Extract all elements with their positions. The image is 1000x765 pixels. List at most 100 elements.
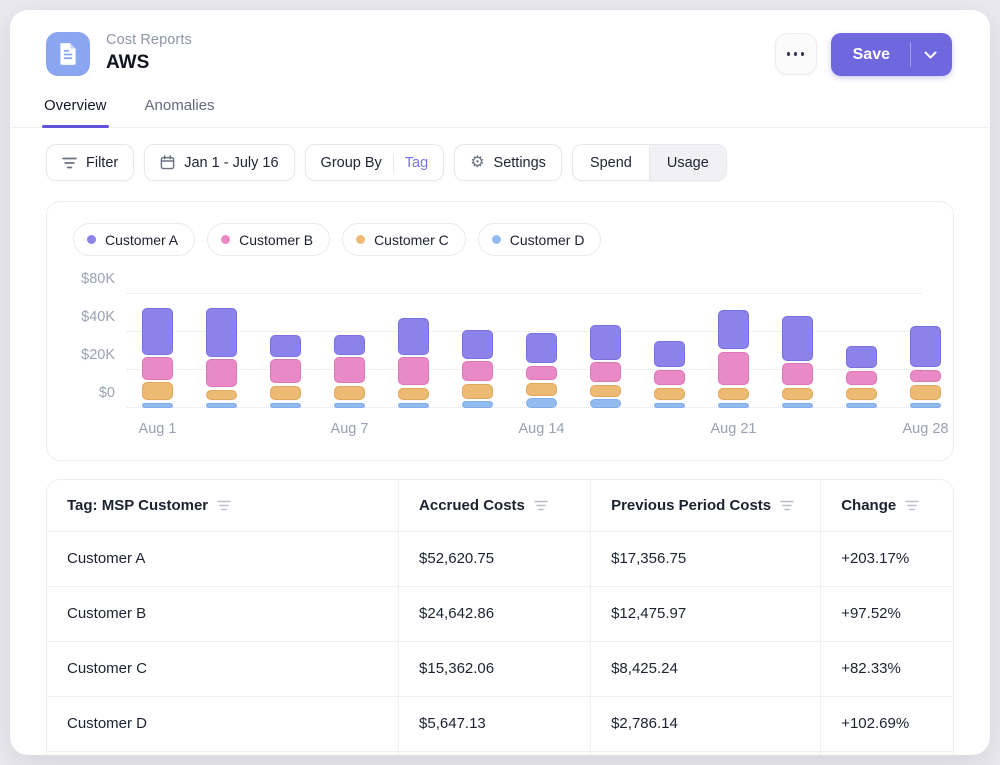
group-by-button[interactable]: Group By Tag xyxy=(305,144,445,181)
bar-10-segment-customer-a[interactable] xyxy=(782,316,813,361)
bar-8-segment-customer-a[interactable] xyxy=(654,341,685,367)
y-tick--0: $0 xyxy=(65,385,115,401)
bar-8-segment-customer-b[interactable] xyxy=(654,370,685,386)
settings-button[interactable]: ⚙ Settings xyxy=(454,144,562,181)
bar-12-segment-customer-c[interactable] xyxy=(910,385,941,401)
cell-accrued: $5,647.13 xyxy=(399,696,591,751)
tab-anomalies[interactable]: Anomalies xyxy=(143,91,217,127)
group-by-value: Tag xyxy=(405,155,428,171)
bar-12-segment-customer-a[interactable] xyxy=(910,326,941,367)
cell-empty xyxy=(821,751,953,755)
y-tick--20k: $20K xyxy=(65,347,115,363)
column-header-accrued-costs[interactable]: Accrued Costs xyxy=(399,480,591,531)
more-options-button[interactable] xyxy=(775,33,817,75)
bar-10-segment-customer-c[interactable] xyxy=(782,388,813,401)
bar-6-segment-customer-b[interactable] xyxy=(526,366,557,381)
column-header-content: Previous Period Costs xyxy=(611,497,820,514)
legend-pill-customer-d[interactable]: Customer D xyxy=(478,223,602,256)
column-header-content: Tag: MSP Customer xyxy=(67,497,398,514)
gear-icon: ⚙ xyxy=(470,155,484,171)
bar-2-segment-customer-b[interactable] xyxy=(270,359,301,383)
cost-table-card: Tag: MSP CustomerAccrued Costs Previous P… xyxy=(46,479,954,755)
cost-chart-card: Customer A Customer B Customer C Customer D… xyxy=(46,201,954,461)
column-header-change[interactable]: Change xyxy=(821,480,953,531)
bar-0-segment-customer-c[interactable] xyxy=(142,382,173,400)
bar-4-segment-customer-c[interactable] xyxy=(398,388,429,401)
bar-3-segment-customer-b[interactable] xyxy=(334,357,365,383)
bar-7-segment-customer-a[interactable] xyxy=(590,325,621,360)
save-dropdown-toggle[interactable] xyxy=(911,33,952,76)
bar-4-segment-customer-d[interactable] xyxy=(398,403,429,408)
bar-1-segment-customer-d[interactable] xyxy=(206,403,237,408)
bar-0-segment-customer-d[interactable] xyxy=(142,403,173,408)
cell-empty xyxy=(399,751,591,755)
bar-5-segment-customer-c[interactable] xyxy=(462,384,493,399)
cell-accrued: $24,642.86 xyxy=(399,586,591,641)
bar-5-segment-customer-b[interactable] xyxy=(462,361,493,381)
x-tick-aug-28: Aug 28 xyxy=(903,421,949,437)
legend-pill-customer-b[interactable]: Customer B xyxy=(207,223,330,256)
bar-6-segment-customer-a[interactable] xyxy=(526,333,557,363)
toggle-option-spend[interactable]: Spend xyxy=(573,145,649,180)
bar-8-segment-customer-d[interactable] xyxy=(654,403,685,408)
legend-label: Customer A xyxy=(105,232,178,248)
bar-2-segment-customer-a[interactable] xyxy=(270,335,301,357)
bar-3-segment-customer-a[interactable] xyxy=(334,335,365,355)
bar-5-segment-customer-d[interactable] xyxy=(462,401,493,408)
bar-6-segment-customer-d[interactable] xyxy=(526,398,557,408)
cell-accrued: $15,362.06 xyxy=(399,641,591,696)
legend-dot-icon xyxy=(221,235,230,244)
bar-9-segment-customer-a[interactable] xyxy=(718,310,749,349)
save-button[interactable]: Save xyxy=(831,33,910,76)
bar-0-segment-customer-a[interactable] xyxy=(142,308,173,355)
bar-5-segment-customer-a[interactable] xyxy=(462,330,493,359)
bar-7-segment-customer-b[interactable] xyxy=(590,362,621,382)
cell-name: Customer B xyxy=(47,586,399,641)
bar-9-segment-customer-b[interactable] xyxy=(718,352,749,386)
save-split-button: Save xyxy=(831,33,952,76)
bar-12-segment-customer-d[interactable] xyxy=(910,403,941,408)
legend-dot-icon xyxy=(356,235,365,244)
bar-3-segment-customer-c[interactable] xyxy=(334,386,365,401)
bar-2-segment-customer-c[interactable] xyxy=(270,386,301,401)
table-row-customer-b: Customer B$24,642.86$12,475.97+97.52% xyxy=(47,586,953,641)
bar-11-segment-customer-d[interactable] xyxy=(846,403,877,408)
toolbar: Filter Jan 1 - July 16 Group By Tag ⚙ Se… xyxy=(46,144,954,181)
cell-change: +102.69% xyxy=(821,696,953,751)
bar-9-segment-customer-d[interactable] xyxy=(718,403,749,408)
bar-11-segment-customer-b[interactable] xyxy=(846,371,877,386)
bar-7-segment-customer-d[interactable] xyxy=(590,399,621,408)
bar-6-segment-customer-c[interactable] xyxy=(526,383,557,396)
chart-legend: Customer A Customer B Customer C Customer D xyxy=(65,223,935,256)
bar-2-segment-customer-d[interactable] xyxy=(270,403,301,408)
bar-3-segment-customer-d[interactable] xyxy=(334,403,365,408)
y-tick--40k: $40K xyxy=(65,309,115,325)
page-title: AWS xyxy=(106,52,192,74)
bar-4-segment-customer-b[interactable] xyxy=(398,357,429,385)
toggle-option-usage[interactable]: Usage xyxy=(649,145,726,180)
filter-button[interactable]: Filter xyxy=(46,144,134,181)
bar-1-segment-customer-b[interactable] xyxy=(206,359,237,387)
settings-label: Settings xyxy=(494,155,546,171)
column-header-tag-msp-customer[interactable]: Tag: MSP Customer xyxy=(47,480,399,531)
bar-12-segment-customer-b[interactable] xyxy=(910,370,941,383)
bar-11-segment-customer-a[interactable] xyxy=(846,346,877,368)
date-range-button[interactable]: Jan 1 - July 16 xyxy=(144,144,294,181)
legend-pill-customer-a[interactable]: Customer A xyxy=(73,223,195,256)
bar-4-segment-customer-a[interactable] xyxy=(398,318,429,354)
gridline--80k xyxy=(127,293,921,294)
bar-7-segment-customer-c[interactable] xyxy=(590,385,621,397)
cell-previous: $8,425.24 xyxy=(591,641,821,696)
bar-10-segment-customer-d[interactable] xyxy=(782,403,813,408)
column-header-label: Previous Period Costs xyxy=(611,497,771,514)
bar-1-segment-customer-a[interactable] xyxy=(206,308,237,357)
column-header-previous-period-costs[interactable]: Previous Period Costs xyxy=(591,480,821,531)
tab-overview[interactable]: Overview xyxy=(42,91,109,127)
bar-1-segment-customer-c[interactable] xyxy=(206,390,237,401)
legend-pill-customer-c[interactable]: Customer C xyxy=(342,223,466,256)
bar-0-segment-customer-b[interactable] xyxy=(142,357,173,379)
bar-10-segment-customer-b[interactable] xyxy=(782,363,813,385)
bar-11-segment-customer-c[interactable] xyxy=(846,388,877,401)
bar-9-segment-customer-c[interactable] xyxy=(718,388,749,401)
bar-8-segment-customer-c[interactable] xyxy=(654,388,685,401)
